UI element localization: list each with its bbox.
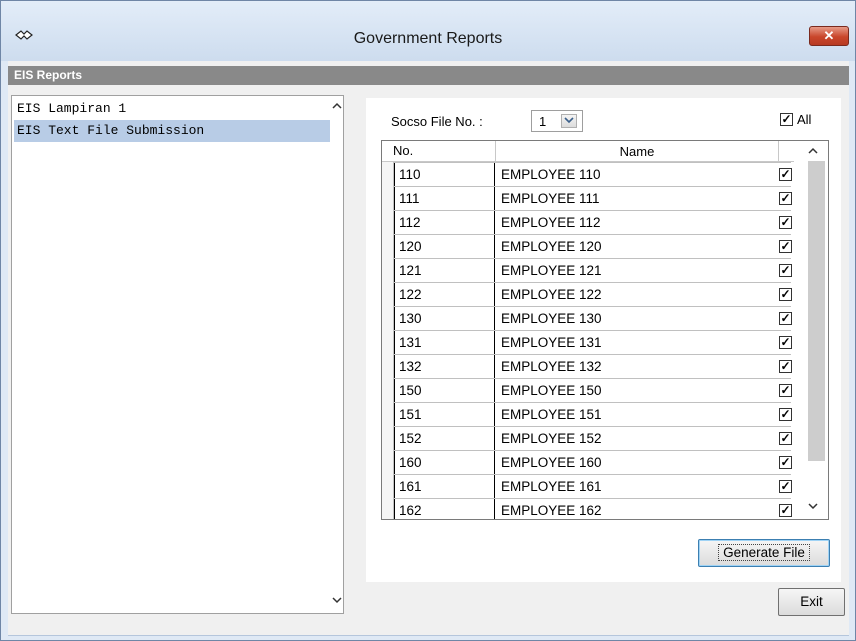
row-checkbox[interactable]: ✓	[779, 408, 792, 421]
cell-employee-no: 120	[394, 235, 494, 258]
status-strip	[8, 635, 849, 636]
report-item-eis-lampiran-1[interactable]: EIS Lampiran 1	[14, 98, 330, 120]
exit-button[interactable]: Exit	[778, 588, 845, 616]
cell-employee-name: EMPLOYEE 121	[494, 259, 779, 282]
section-header: EIS Reports	[8, 66, 849, 85]
table-row[interactable]: 151 EMPLOYEE 151 ✓	[394, 402, 792, 426]
row-checkbox[interactable]: ✓	[779, 192, 792, 205]
cell-employee-name: EMPLOYEE 111	[494, 187, 779, 210]
row-checkbox[interactable]: ✓	[779, 312, 792, 325]
row-checkbox[interactable]: ✓	[779, 480, 792, 493]
row-checkbox[interactable]: ✓	[779, 240, 792, 253]
cell-employee-name: EMPLOYEE 112	[494, 211, 779, 234]
table-row[interactable]: 131 EMPLOYEE 131 ✓	[394, 330, 792, 354]
socso-file-label: Socso File No. :	[391, 114, 483, 129]
table-row[interactable]: 132 EMPLOYEE 132 ✓	[394, 354, 792, 378]
cell-employee-no: 150	[394, 379, 494, 402]
cell-employee-name: EMPLOYEE 131	[494, 331, 779, 354]
all-checkbox[interactable]: ✓	[780, 113, 793, 126]
cell-employee-name: EMPLOYEE 110	[494, 163, 779, 186]
cell-employee-no: 152	[394, 427, 494, 450]
cell-employee-no: 121	[394, 259, 494, 282]
chevron-down-icon[interactable]	[330, 593, 344, 609]
employee-panel: Socso File No. : 1 ✓ All No. Name 110 EMP…	[366, 98, 841, 582]
row-checkbox[interactable]: ✓	[779, 168, 792, 181]
scrollbar-thumb[interactable]	[808, 161, 825, 461]
generate-file-button[interactable]: Generate File	[698, 539, 830, 567]
table-row[interactable]: 122 EMPLOYEE 122 ✓	[394, 282, 792, 306]
title-bar[interactable]: Government Reports ✕	[1, 1, 855, 61]
table-row[interactable]: 152 EMPLOYEE 152 ✓	[394, 426, 792, 450]
row-checkbox[interactable]: ✓	[779, 336, 792, 349]
cell-employee-name: EMPLOYEE 150	[494, 379, 779, 402]
cell-employee-no: 161	[394, 475, 494, 498]
table-row[interactable]: 162 EMPLOYEE 162 ✓	[394, 498, 792, 519]
row-checkbox[interactable]: ✓	[779, 456, 792, 469]
cell-employee-name: EMPLOYEE 160	[494, 451, 779, 474]
cell-employee-no: 132	[394, 355, 494, 378]
cell-employee-no: 160	[394, 451, 494, 474]
cell-employee-no: 131	[394, 331, 494, 354]
employee-grid[interactable]: No. Name 110 EMPLOYEE 110 ✓ 111 EMPLOYEE 111…	[381, 140, 829, 520]
table-row[interactable]: 121 EMPLOYEE 121 ✓	[394, 258, 792, 282]
chevron-up-icon[interactable]	[806, 144, 820, 160]
cell-employee-no: 151	[394, 403, 494, 426]
socso-file-select[interactable]: 1	[531, 110, 583, 132]
exit-label: Exit	[800, 594, 823, 609]
close-icon: ✕	[823, 28, 835, 43]
chevron-down-icon[interactable]	[806, 499, 820, 515]
report-item-eis-text-file-submission[interactable]: EIS Text File Submission	[14, 120, 330, 142]
cell-employee-name: EMPLOYEE 161	[494, 475, 779, 498]
table-row[interactable]: 112 EMPLOYEE 112 ✓	[394, 210, 792, 234]
column-header-name[interactable]: Name	[495, 141, 779, 162]
cell-employee-name: EMPLOYEE 132	[494, 355, 779, 378]
cell-employee-name: EMPLOYEE 120	[494, 235, 779, 258]
table-row[interactable]: 150 EMPLOYEE 150 ✓	[394, 378, 792, 402]
row-checkbox[interactable]: ✓	[779, 504, 792, 517]
table-row[interactable]: 111 EMPLOYEE 111 ✓	[394, 186, 792, 210]
row-checkbox[interactable]: ✓	[779, 360, 792, 373]
cell-employee-no: 162	[394, 499, 494, 519]
row-checkbox[interactable]: ✓	[779, 264, 792, 277]
all-label: All	[797, 112, 812, 127]
chevron-up-icon[interactable]	[330, 99, 344, 115]
cell-employee-name: EMPLOYEE 122	[494, 283, 779, 306]
row-checkbox[interactable]: ✓	[779, 288, 792, 301]
row-checkbox[interactable]: ✓	[779, 384, 792, 397]
cell-employee-no: 112	[394, 211, 494, 234]
close-button[interactable]: ✕	[809, 26, 849, 46]
cell-employee-name: EMPLOYEE 152	[494, 427, 779, 450]
cell-employee-no: 111	[394, 187, 494, 210]
chevron-down-icon[interactable]	[561, 114, 577, 128]
table-row[interactable]: 161 EMPLOYEE 161 ✓	[394, 474, 792, 498]
table-row[interactable]: 120 EMPLOYEE 120 ✓	[394, 234, 792, 258]
client-area: EIS Reports EIS Lampiran 1 EIS Text File…	[8, 61, 849, 636]
row-checkbox[interactable]: ✓	[779, 432, 792, 445]
grid-scrollbar[interactable]	[794, 141, 828, 519]
cell-employee-no: 130	[394, 307, 494, 330]
table-row[interactable]: 160 EMPLOYEE 160 ✓	[394, 450, 792, 474]
cell-employee-name: EMPLOYEE 130	[494, 307, 779, 330]
cell-employee-no: 122	[394, 283, 494, 306]
grid-header: No. Name	[382, 141, 828, 162]
window-title: Government Reports	[353, 30, 503, 47]
generate-file-label: Generate File	[718, 544, 810, 561]
table-row[interactable]: 110 EMPLOYEE 110 ✓	[394, 162, 792, 186]
socso-file-value: 1	[539, 114, 547, 129]
cell-employee-name: EMPLOYEE 162	[494, 499, 779, 519]
row-indicator-column	[382, 162, 394, 519]
row-checkbox[interactable]: ✓	[779, 216, 792, 229]
report-list[interactable]: EIS Lampiran 1 EIS Text File Submission	[11, 95, 344, 614]
table-row[interactable]: 130 EMPLOYEE 130 ✓	[394, 306, 792, 330]
cell-employee-no: 110	[394, 163, 494, 186]
column-header-no[interactable]: No.	[393, 143, 413, 158]
cell-employee-name: EMPLOYEE 151	[494, 403, 779, 426]
government-reports-window: Government Reports ✕ EIS Reports EIS Lam…	[0, 0, 856, 641]
